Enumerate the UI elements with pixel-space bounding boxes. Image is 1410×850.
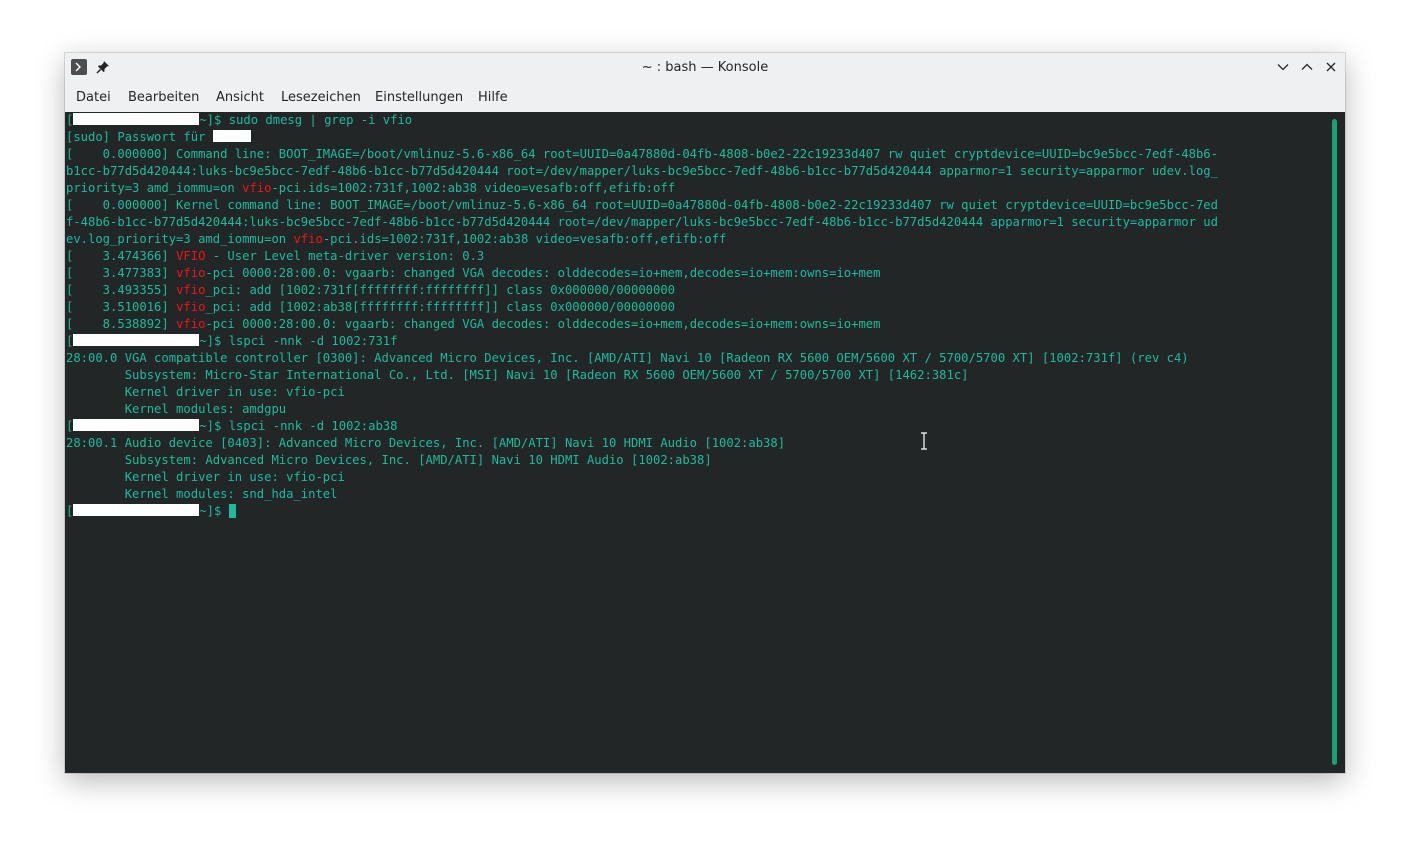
output-text: Subsystem: Advanced Micro Devices, Inc. …: [66, 453, 712, 467]
output-text: [ 3.474366]: [66, 249, 177, 263]
redacted-user-host: [73, 504, 200, 516]
command-text: lspci -nnk -d 1002:731f: [228, 334, 398, 348]
scrollbar[interactable]: [1332, 119, 1337, 765]
highlighted-match: vfio: [176, 283, 206, 297]
output-line: Subsystem: Advanced Micro Devices, Inc. …: [66, 452, 1326, 469]
highlighted-match: vfio: [176, 300, 206, 314]
output-text: f-48b6-b1cc-b77d5d420444:luks-bc9e5bcc-7…: [66, 215, 1218, 229]
output-text: 28:00.1 Audio device [0403]: Advanced Mi…: [66, 436, 786, 450]
prompt-line: [ ~]$ lspci -nnk -d 1002:ab38: [66, 418, 1326, 435]
output-text: Subsystem: Micro-Star International Co.,…: [66, 368, 969, 382]
prompt-bracket: [: [66, 113, 74, 127]
highlighted-match: VFIO: [176, 249, 206, 263]
prompt-line: [ ~]$ sudo dmesg | grep -i vfio: [66, 112, 1326, 129]
highlighted-match: vfio: [242, 181, 272, 195]
close-icon[interactable]: [1324, 60, 1338, 74]
output-text: _pci: add [1002:ab38[ffffffff:ffffffff]]…: [205, 300, 676, 314]
redacted-user-host: [73, 419, 200, 431]
prompt-text: ~]$: [199, 419, 229, 433]
text-cursor: [228, 504, 236, 518]
output-line: b1cc-b77d5d420444:luks-bc9e5bcc-7edf-48b…: [66, 163, 1326, 180]
prompt-bracket: [: [66, 504, 74, 518]
output-line: Kernel modules: amdgpu: [66, 401, 1326, 418]
output-text: priority=3 amd_iommu=on: [66, 181, 243, 195]
prompt-bracket: [: [66, 334, 74, 348]
output-text: ev.log_priority=3 amd_iommu=on: [66, 232, 294, 246]
menu-ansicht[interactable]: Ansicht: [216, 90, 264, 105]
output-text: [ 3.477383]: [66, 266, 177, 280]
output-text: -pci 0000:28:00.0: vgaarb: changed VGA d…: [205, 317, 881, 331]
output-line: [sudo] Passwort für: [66, 129, 1326, 146]
output-text: Kernel driver in use: vfio-pci: [66, 470, 345, 484]
output-text: b1cc-b77d5d420444:luks-bc9e5bcc-7edf-48b…: [66, 164, 1218, 178]
menu-lesezeichen[interactable]: Lesezeichen: [281, 90, 361, 105]
output-line: [ 3.477383] vfio-pci 0000:28:00.0: vgaar…: [66, 265, 1326, 282]
output-text: [ 8.538892]: [66, 317, 177, 331]
output-line: [ 3.510016] vfio_pci: add [1002:ab38[fff…: [66, 299, 1326, 316]
terminal-output[interactable]: [ ~]$ sudo dmesg | grep -i vfio [sudo] Pas…: [66, 112, 1326, 520]
prompt-text: ~]$: [199, 504, 229, 518]
output-text: -pci.ids=1002:731f,1002:ab38 video=vesaf…: [322, 232, 727, 246]
output-text: Kernel modules: snd_hda_intel: [66, 487, 338, 501]
prompt-bracket: [: [66, 419, 74, 433]
menu-einstellungen[interactable]: Einstellungen: [375, 90, 463, 105]
output-text: -pci.ids=1002:731f,1002:ab38 video=vesaf…: [271, 181, 676, 195]
terminal-view[interactable]: [ ~]$ sudo dmesg | grep -i vfio [sudo] Pas…: [65, 112, 1345, 773]
output-line: f-48b6-b1cc-b77d5d420444:luks-bc9e5bcc-7…: [66, 214, 1326, 231]
output-text: [ 0.000000] Kernel command line: BOOT_IM…: [66, 198, 1218, 212]
output-text: [sudo] Passwort für: [66, 130, 213, 144]
prompt-text: ~]$: [199, 334, 229, 348]
menu-datei[interactable]: Datei: [76, 90, 111, 105]
command-text: sudo dmesg | grep -i vfio: [228, 113, 413, 127]
output-line: [ 3.474366] VFIO - User Level meta-drive…: [66, 248, 1326, 265]
output-line: Kernel driver in use: vfio-pci: [66, 469, 1326, 486]
output-line: 28:00.1 Audio device [0403]: Advanced Mi…: [66, 435, 1326, 452]
output-line: Kernel modules: snd_hda_intel: [66, 486, 1326, 503]
output-text: - User Level meta-driver version: 0.3: [205, 249, 485, 263]
output-text: [ 0.000000] Command line: BOOT_IMAGE=/bo…: [66, 147, 1218, 161]
window-title: ~ : bash — Konsole: [641, 60, 769, 75]
output-line: priority=3 amd_iommu=on vfio-pci.ids=100…: [66, 180, 1326, 197]
maximize-icon[interactable]: [1300, 60, 1314, 74]
minimize-icon[interactable]: [1276, 60, 1290, 74]
output-line: Kernel driver in use: vfio-pci: [66, 384, 1326, 401]
output-line: ev.log_priority=3 amd_iommu=on vfio-pci.…: [66, 231, 1326, 248]
output-text: Kernel modules: amdgpu: [66, 402, 287, 416]
output-line: [ 8.538892] vfio-pci 0000:28:00.0: vgaar…: [66, 316, 1326, 333]
menu-bearbeiten[interactable]: Bearbeiten: [128, 90, 199, 105]
output-text: 28:00.0 VGA compatible controller [0300]…: [66, 351, 1189, 365]
output-line: [ 0.000000] Command line: BOOT_IMAGE=/bo…: [66, 146, 1326, 163]
command-text: lspci -nnk -d 1002:ab38: [228, 419, 398, 433]
output-line: [ 3.493355] vfio_pci: add [1002:731f[fff…: [66, 282, 1326, 299]
highlighted-match: vfio: [293, 232, 323, 246]
redacted-username: [212, 130, 251, 142]
prompt-line: [ ~]$ lspci -nnk -d 1002:731f: [66, 333, 1326, 350]
output-line: [ 0.000000] Kernel command line: BOOT_IM…: [66, 197, 1326, 214]
output-text: Kernel driver in use: vfio-pci: [66, 385, 345, 399]
output-text: -pci 0000:28:00.0: vgaarb: changed VGA d…: [205, 266, 881, 280]
output-text: [ 3.510016]: [66, 300, 177, 314]
konsole-window: ~ : bash — Konsole Datei Bearbeiten Ansi…: [65, 53, 1345, 773]
output-text: _pci: add [1002:731f[ffffffff:ffffffff]]…: [205, 283, 676, 297]
prompt-text: ~]$: [199, 113, 229, 127]
title-bar[interactable]: ~ : bash — Konsole: [65, 53, 1345, 83]
redacted-user-host: [73, 334, 200, 346]
redacted-user-host: [73, 113, 200, 125]
highlighted-match: vfio: [176, 266, 206, 280]
menu-bar: Datei Bearbeiten Ansicht Lesezeichen Ein…: [65, 84, 1345, 111]
highlighted-match: vfio: [176, 317, 206, 331]
output-line: 28:00.0 VGA compatible controller [0300]…: [66, 350, 1326, 367]
menu-hilfe[interactable]: Hilfe: [478, 90, 508, 105]
output-text: [ 3.493355]: [66, 283, 177, 297]
prompt-line: [ ~]$: [66, 503, 1326, 520]
output-line: Subsystem: Micro-Star International Co.,…: [66, 367, 1326, 384]
mouse-ibeam-cursor: [920, 432, 928, 450]
